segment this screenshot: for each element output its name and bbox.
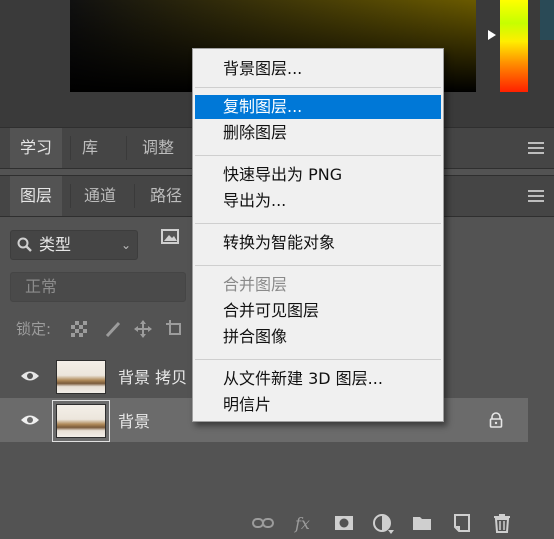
tab-libraries[interactable]: 库: [72, 128, 108, 168]
lock-position-icon[interactable]: [134, 320, 152, 338]
layers-bottom-toolbar: fx: [0, 505, 554, 539]
menu-item-postcard[interactable]: 明信片: [193, 393, 443, 417]
tab-paths[interactable]: 路径: [140, 176, 192, 216]
layer-filter-kind-select[interactable]: 类型 ⌄: [10, 230, 138, 260]
menu-item-label: 拼合图像: [223, 327, 288, 346]
delete-layer-trash-icon[interactable]: [492, 513, 512, 533]
tab-divider: [70, 184, 71, 208]
hue-slider-handle-icon[interactable]: [488, 30, 496, 40]
blend-mode-select[interactable]: 正常: [10, 272, 186, 302]
tab-layers[interactable]: 图层: [10, 176, 63, 216]
menu-item-convert-smart-object[interactable]: 转换为智能对象: [193, 231, 443, 255]
lock-label: 锁定:: [16, 320, 52, 338]
tab-learn[interactable]: 学习: [10, 128, 63, 168]
menu-item-label: 从文件新建 3D 图层...: [223, 369, 383, 388]
adjustment-layer-icon[interactable]: [372, 513, 394, 534]
lock-transparent-pixels-icon[interactable]: [70, 320, 88, 338]
tab-divider: [126, 136, 127, 160]
menu-item-label: 合并可见图层: [223, 301, 320, 320]
menu-separator: [195, 155, 441, 156]
menu-item-label: 快速导出为 PNG: [223, 165, 343, 184]
svg-text:fx: fx: [294, 514, 310, 533]
menu-item-label: 删除图层: [223, 123, 288, 142]
menu-item-flatten-image[interactable]: 拼合图像: [193, 325, 443, 349]
filter-kind-label: 类型: [39, 235, 72, 254]
search-icon: [17, 235, 33, 263]
menu-item-label: 合并图层: [223, 275, 288, 294]
image-filter-icon[interactable]: [160, 228, 182, 246]
layer-name[interactable]: 背景 拷贝: [118, 364, 187, 388]
menu-item-quick-export-png[interactable]: 快速导出为 PNG: [193, 163, 443, 187]
menu-separator: [195, 359, 441, 360]
lock-image-pixels-icon[interactable]: [104, 320, 122, 338]
menu-item-background-layer[interactable]: 背景图层...: [193, 57, 443, 81]
menu-item-label: 背景图层...: [223, 59, 303, 78]
layer-thumbnail: [56, 360, 106, 394]
hue-slider-bar[interactable]: [500, 0, 528, 92]
link-layers-icon[interactable]: [252, 513, 274, 533]
menu-separator: [195, 87, 441, 88]
chevron-down-icon: ⌄: [120, 238, 131, 252]
menu-item-label: 转换为智能对象: [223, 233, 336, 252]
menu-item-delete-layer[interactable]: 删除图层: [193, 121, 443, 145]
side-panel-strip: [540, 0, 554, 40]
tab-channels[interactable]: 通道: [74, 176, 126, 216]
menu-item-label: 复制图层...: [223, 97, 303, 116]
menu-item-new-3d-layer-from-file[interactable]: 从文件新建 3D 图层...: [193, 367, 443, 391]
menu-item-merge-layers: 合并图层: [193, 273, 443, 297]
layers-panel-menu-icon[interactable]: [528, 190, 544, 202]
add-mask-icon[interactable]: [334, 513, 354, 533]
lock-artboard-icon[interactable]: [166, 320, 184, 338]
new-layer-icon[interactable]: [452, 513, 472, 533]
visibility-eye-icon[interactable]: [20, 412, 40, 426]
tab-divider: [70, 136, 71, 160]
menu-item-label: 导出为...: [223, 191, 287, 210]
menu-item-duplicate-layer[interactable]: 复制图层...: [195, 95, 441, 119]
tab-divider: [134, 184, 135, 208]
fx-layer-style-icon[interactable]: fx: [294, 513, 314, 533]
panel-menu-icon[interactable]: [528, 142, 544, 154]
tab-adjustments[interactable]: 调整: [132, 128, 184, 168]
layer-thumbnail: [56, 404, 106, 438]
layer-name[interactable]: 背景: [118, 408, 150, 432]
menu-item-label: 明信片: [223, 395, 272, 414]
menu-separator: [195, 223, 441, 224]
visibility-eye-icon[interactable]: [20, 368, 40, 382]
layer-context-menu: 背景图层... 复制图层... 删除图层 快速导出为 PNG 导出为... 转换…: [192, 48, 444, 422]
menu-separator: [195, 265, 441, 266]
blend-mode-value: 正常: [25, 277, 58, 296]
lock-icon[interactable]: [488, 412, 504, 428]
new-group-folder-icon[interactable]: [412, 513, 432, 533]
menu-item-merge-visible[interactable]: 合并可见图层: [193, 299, 443, 323]
menu-item-export-as[interactable]: 导出为...: [193, 189, 443, 213]
